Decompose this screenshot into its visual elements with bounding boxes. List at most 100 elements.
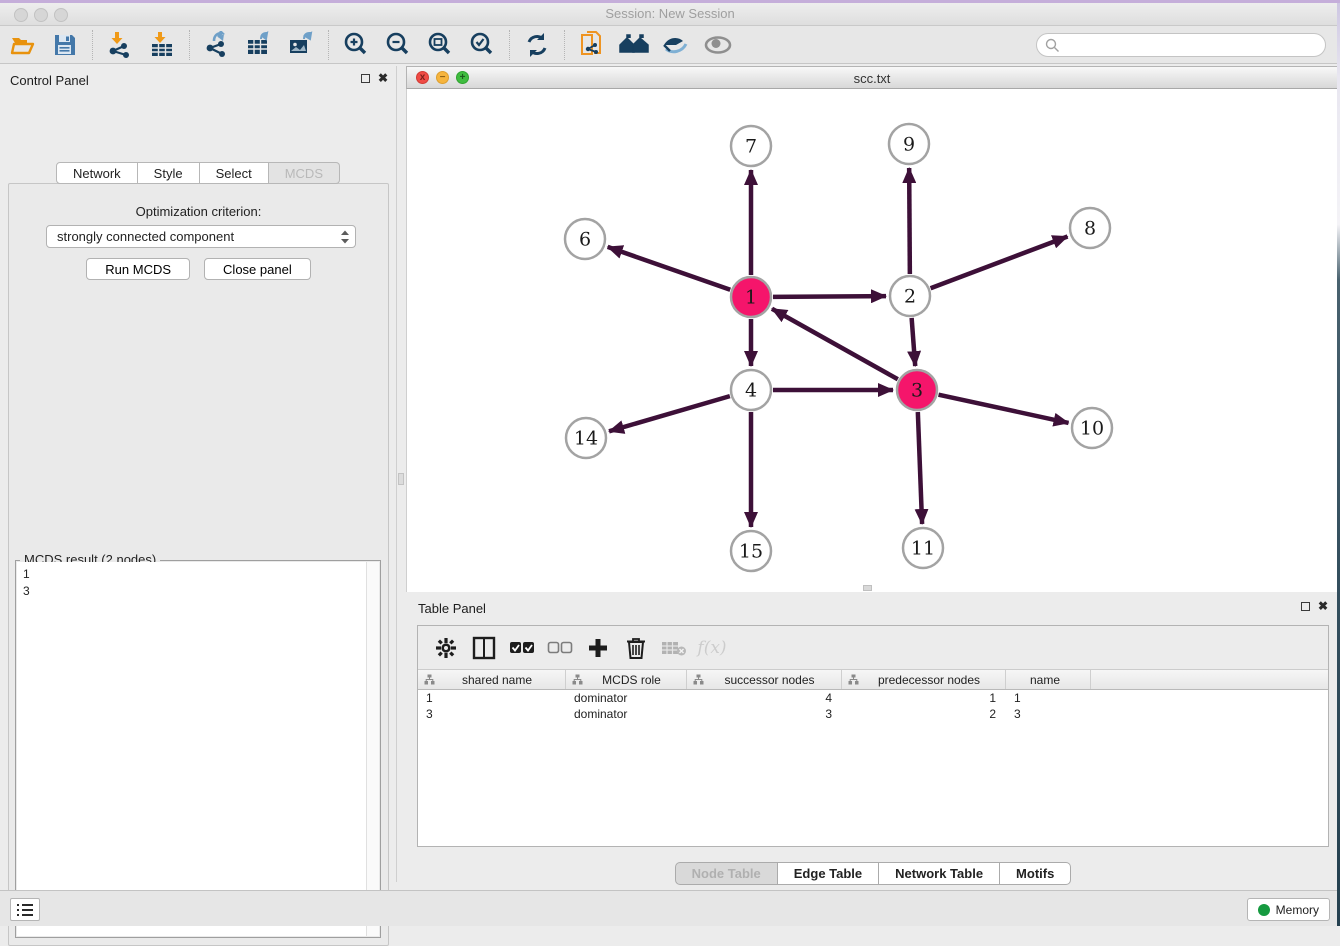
network-view-window: x − + scc.txt 7968124314101511 [406, 66, 1338, 592]
close-table-panel-icon[interactable]: ✖ [1318, 601, 1328, 611]
fx-label: f(x) [697, 638, 726, 658]
node-label-6: 6 [579, 229, 591, 251]
close-panel-button[interactable]: Close panel [204, 258, 311, 280]
toolbar-separator [509, 30, 510, 60]
search-input[interactable] [1060, 35, 1325, 55]
table-cell[interactable]: 3 [418, 706, 566, 722]
node-label-14: 14 [574, 428, 598, 450]
table-options-icon[interactable] [432, 634, 460, 662]
table-toolbar: f(x) [418, 626, 1328, 670]
table-cell[interactable]: 1 [842, 690, 1006, 706]
tab-mcds[interactable]: MCDS [269, 162, 340, 184]
tab-node-table[interactable]: Node Table [675, 862, 778, 885]
table-panel-title: Table Panel [418, 601, 486, 616]
new-network-from-selection-icon[interactable] [577, 30, 607, 60]
network-window-title: scc.txt [407, 71, 1337, 86]
column-header-successor-nodes[interactable]: successor nodes [687, 670, 842, 689]
toolbar-separator [189, 30, 190, 60]
table-cell[interactable]: dominator [566, 690, 687, 706]
edge-4-14[interactable] [609, 396, 730, 431]
network-canvas[interactable]: 7968124314101511 [406, 89, 1338, 592]
zoom-selected-icon[interactable] [467, 30, 497, 60]
zoom-in-icon[interactable] [341, 30, 371, 60]
column-header-filler [1091, 670, 1328, 689]
column-header-label: successor nodes [704, 673, 841, 687]
edge-2-9[interactable] [909, 168, 910, 274]
mcds-result-scrollbar[interactable] [366, 562, 379, 936]
zoom-out-icon[interactable] [383, 30, 413, 60]
column-header-shared-name[interactable]: shared name [418, 670, 566, 689]
export-network-icon[interactable] [202, 30, 232, 60]
list-icon [16, 903, 34, 917]
edge-3-10[interactable] [938, 395, 1068, 423]
export-image-icon[interactable] [286, 30, 316, 60]
import-network-icon[interactable] [105, 30, 135, 60]
tab-network[interactable]: Network [56, 162, 138, 184]
open-session-icon[interactable] [8, 30, 38, 60]
node-label-7: 7 [745, 136, 757, 158]
column-type-icon [693, 674, 704, 685]
search-icon [1045, 38, 1060, 53]
table-row[interactable]: 3dominator323 [418, 706, 1328, 722]
close-panel-icon[interactable]: ✖ [378, 73, 388, 83]
export-table-icon[interactable] [244, 30, 274, 60]
vizmapper-icon[interactable] [661, 30, 691, 60]
zoom-fit-icon[interactable] [425, 30, 455, 60]
deselect-all-icon[interactable] [546, 634, 574, 662]
memory-label: Memory [1276, 903, 1319, 917]
column-header-predecessor-nodes[interactable]: predecessor nodes [842, 670, 1006, 689]
node-label-11: 11 [911, 538, 935, 560]
show-graphics-details-icon[interactable] [703, 30, 733, 60]
run-mcds-button[interactable]: Run MCDS [86, 258, 190, 280]
save-session-icon[interactable] [50, 30, 80, 60]
table-panel: Table Panel ✖ [406, 595, 1340, 886]
select-all-icon[interactable] [508, 634, 536, 662]
apply-preferred-layout-icon[interactable] [619, 30, 649, 60]
task-history-button[interactable] [10, 898, 40, 921]
table-cell[interactable]: 4 [687, 690, 842, 706]
table-cell[interactable]: dominator [566, 706, 687, 722]
table-cell[interactable]: 1 [418, 690, 566, 706]
tab-edge-table[interactable]: Edge Table [778, 862, 879, 885]
table-cell[interactable]: 1 [1006, 690, 1091, 706]
control-panel-title: Control Panel [10, 73, 89, 88]
tab-network-table[interactable]: Network Table [879, 862, 1000, 885]
tab-motifs[interactable]: Motifs [1000, 862, 1071, 885]
edge-1-6[interactable] [608, 247, 731, 290]
column-type-icon [848, 674, 859, 685]
delete-table-icon[interactable] [660, 634, 688, 662]
edge-2-8[interactable] [931, 236, 1068, 288]
memory-button[interactable]: Memory [1247, 898, 1330, 921]
vertical-splitter-handle[interactable] [398, 473, 404, 485]
table-cell[interactable]: 2 [842, 706, 1006, 722]
apply-function-icon[interactable]: f(x) [698, 634, 726, 662]
node-table-container: f(x) shared nameMCDS role successor nodes… [417, 625, 1329, 847]
table-cell[interactable]: 3 [687, 706, 842, 722]
refresh-icon[interactable] [522, 30, 552, 60]
table-cell[interactable]: 3 [1006, 706, 1091, 722]
toolbar-search[interactable] [1036, 33, 1326, 57]
delete-column-icon[interactable] [622, 634, 650, 662]
float-table-panel-icon[interactable] [1301, 602, 1310, 611]
horizontal-splitter-handle[interactable] [863, 585, 872, 591]
tab-style[interactable]: Style [138, 162, 200, 184]
column-header-MCDS-role[interactable]: MCDS role [566, 670, 687, 689]
edge-3-1[interactable] [772, 309, 898, 380]
desktop-edge-top [0, 0, 1340, 3]
edge-1-2[interactable] [773, 296, 886, 297]
edge-2-3[interactable] [912, 318, 916, 366]
column-header-name[interactable]: name [1006, 670, 1091, 689]
mcds-result-item: 3 [23, 583, 360, 600]
float-panel-icon[interactable] [361, 74, 370, 83]
add-column-icon[interactable] [584, 634, 612, 662]
import-table-icon[interactable] [147, 30, 177, 60]
tab-select[interactable]: Select [200, 162, 269, 184]
table-row[interactable]: 1dominator411 [418, 690, 1328, 706]
toolbar-separator [564, 30, 565, 60]
edge-3-11[interactable] [918, 412, 922, 524]
criterion-select[interactable]: strongly connected component [46, 225, 356, 248]
network-window-titlebar[interactable]: x − + scc.txt [406, 66, 1338, 89]
mcds-result-item: 1 [23, 566, 360, 583]
show-columns-icon[interactable] [470, 634, 498, 662]
mcds-panel: Optimization criterion: strongly connect… [8, 183, 389, 946]
